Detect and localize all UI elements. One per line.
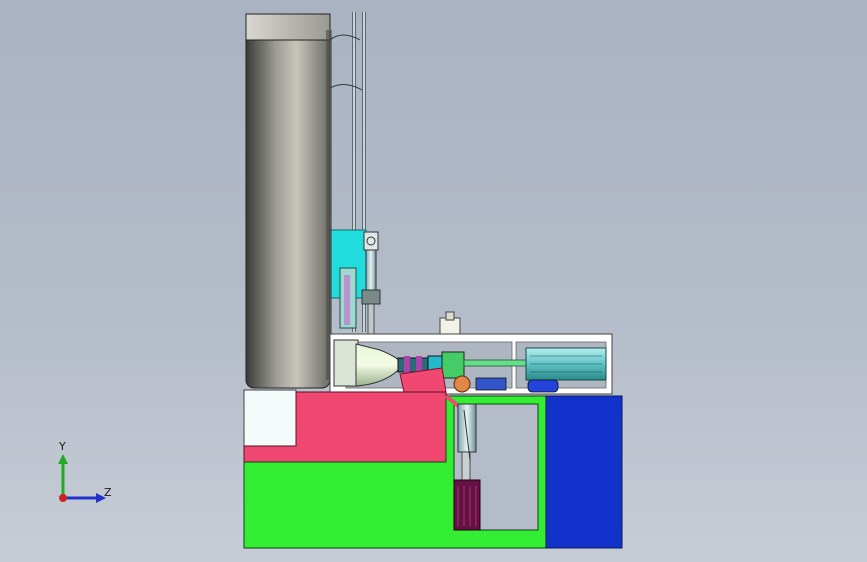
z-axis-label: Z	[104, 486, 112, 499]
cad-viewport[interactable]: Y Z	[0, 0, 867, 562]
drum-roller	[245, 13, 363, 389]
cyan-bracket	[327, 229, 367, 329]
y-axis-label: Y	[59, 440, 66, 453]
base-white-block	[243, 389, 297, 447]
machine-model	[243, 12, 623, 549]
drive-motor	[453, 479, 481, 531]
coordinate-triad: Y Z	[48, 440, 118, 510]
base-blue-box	[545, 395, 623, 549]
